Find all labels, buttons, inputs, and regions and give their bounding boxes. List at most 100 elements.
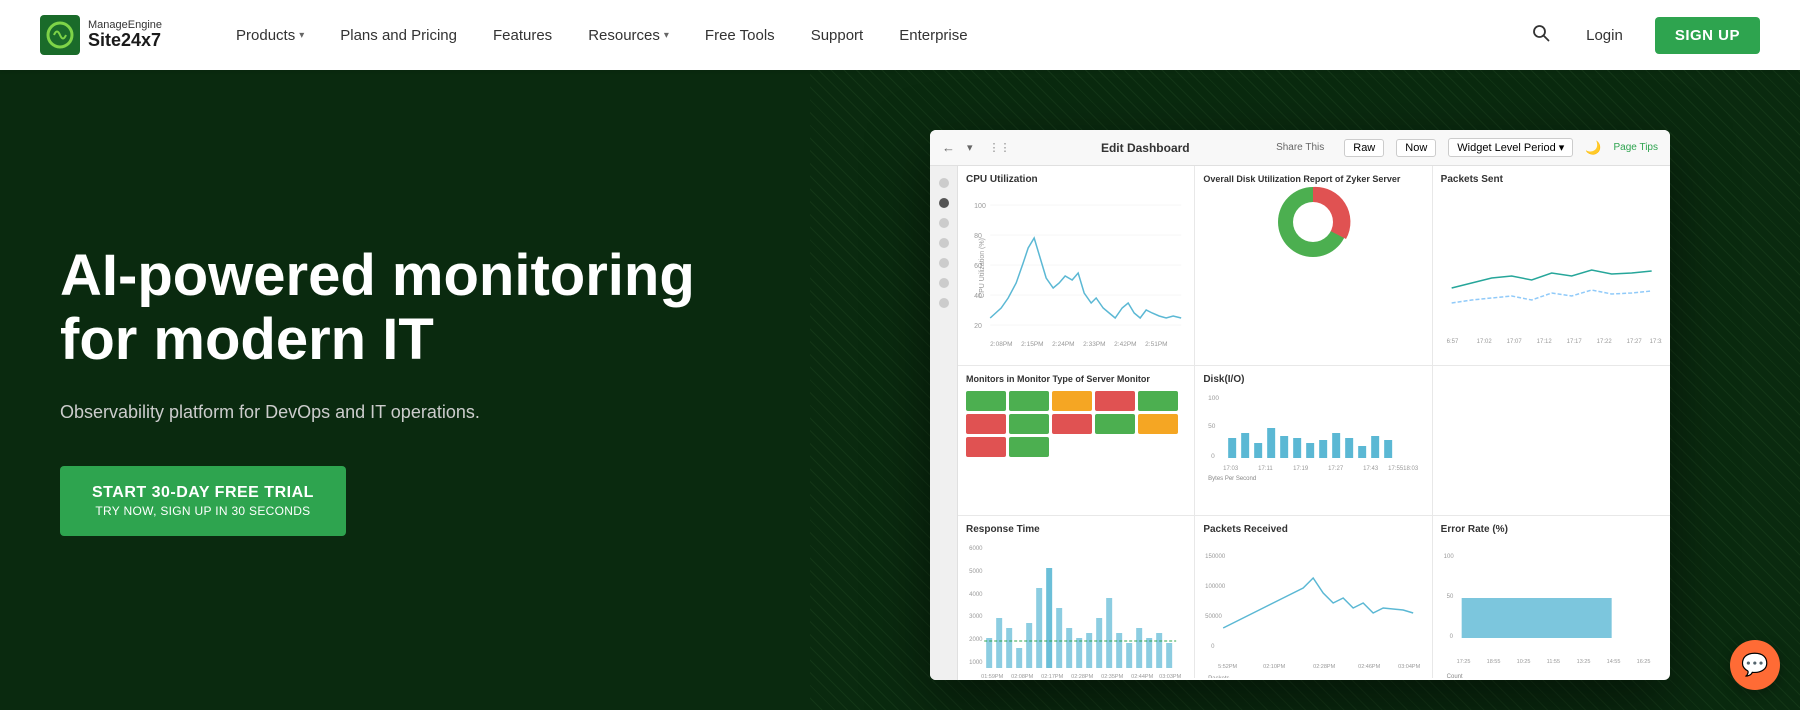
- empty-panel-1: [1433, 366, 1670, 515]
- svg-text:17:02: 17:02: [1476, 339, 1492, 345]
- chat-bubble-button[interactable]: 💬: [1730, 640, 1780, 690]
- navbar: ManageEngine Site24x7 Products ▾ Plans a…: [0, 0, 1800, 70]
- sidebar-dot-5: [939, 258, 949, 268]
- disk-utilization-panel: Overall Disk Utilization Report of Zyker…: [1195, 166, 1432, 365]
- error-rate-panel: Error Rate (%) 100 50 0 17:25 18:55 10: [1433, 516, 1670, 678]
- monitor-box-11: [966, 437, 1006, 457]
- response-time-title: Response Time: [966, 524, 1186, 535]
- cpu-utilization-panel: CPU Utilization 100 80 60 40 20 CPU Util…: [958, 166, 1195, 365]
- packets-sent-chart: 6:57 17:02 17:07 17:12 17:17 17:22 17:27…: [1441, 188, 1662, 348]
- monitor-box-12: [1009, 437, 1049, 457]
- svg-text:3000: 3000: [969, 614, 983, 620]
- packets-received-chart: 150000 100000 50000 0 5:52PM 02:10PM 02:…: [1203, 538, 1423, 678]
- svg-text:6000: 6000: [969, 546, 983, 552]
- response-time-chart: 6000 5000 4000 3000 2000 1000: [966, 538, 1186, 678]
- svg-text:18:03: 18:03: [1403, 466, 1419, 472]
- svg-text:11:55: 11:55: [1546, 659, 1559, 665]
- sidebar-dot-7: [939, 298, 949, 308]
- nav-plans-pricing[interactable]: Plans and Pricing: [326, 19, 471, 52]
- disk-io-title: Disk(I/O): [1203, 374, 1423, 385]
- dashboard-topbar: ← ▾ ⋮⋮ Edit Dashboard Share This Raw Now…: [930, 130, 1670, 166]
- dashboard-dropdown[interactable]: ▾: [967, 141, 973, 154]
- raw-button[interactable]: Raw: [1344, 139, 1384, 157]
- svg-text:100: 100: [1208, 395, 1219, 402]
- monitor-box-8: [1052, 414, 1092, 434]
- nav-resources[interactable]: Resources ▾: [574, 19, 683, 52]
- svg-text:0: 0: [1211, 644, 1215, 650]
- svg-text:18:55: 18:55: [1486, 659, 1500, 665]
- svg-text:17:27: 17:27: [1328, 466, 1344, 472]
- svg-text:17:32: 17:32: [1649, 339, 1662, 345]
- moon-icon[interactable]: 🌙: [1585, 140, 1601, 156]
- monitor-box-1: [966, 391, 1006, 411]
- svg-text:0: 0: [1449, 634, 1453, 640]
- sidebar-dot-6: [939, 278, 949, 288]
- svg-text:20: 20: [974, 323, 982, 330]
- response-time-panel: Response Time 6000 5000 4000 3000 2000 1…: [958, 516, 1195, 678]
- login-button[interactable]: Login: [1574, 19, 1635, 52]
- monitor-box-7: [1009, 414, 1049, 434]
- svg-text:2:24PM: 2:24PM: [1052, 341, 1074, 348]
- resources-chevron-icon: ▾: [664, 30, 669, 41]
- svg-text:17:43: 17:43: [1363, 466, 1379, 472]
- monitor-boxes-grid: [966, 387, 1186, 461]
- error-rate-chart: 100 50 0 17:25 18:55 10:25 11:55 13:2: [1441, 538, 1662, 678]
- svg-text:16:25: 16:25: [1636, 659, 1650, 665]
- error-rate-title: Error Rate (%): [1441, 524, 1662, 535]
- nav-free-tools[interactable]: Free Tools: [691, 19, 789, 52]
- cta-sub-text: TRY NOW, SIGN UP IN 30 SECONDS: [92, 504, 314, 518]
- svg-text:17:17: 17:17: [1566, 339, 1582, 345]
- sidebar-dot-3: [939, 218, 949, 228]
- widget-level-button[interactable]: Widget Level Period ▾: [1448, 138, 1573, 157]
- dashboard-content: CPU Utilization 100 80 60 40 20 CPU Util…: [930, 166, 1670, 680]
- monitor-box-10: [1138, 414, 1178, 434]
- svg-text:17:55: 17:55: [1388, 466, 1404, 472]
- svg-text:50000: 50000: [1205, 614, 1222, 620]
- now-button[interactable]: Now: [1396, 139, 1436, 157]
- svg-text:2:15PM: 2:15PM: [1021, 341, 1043, 348]
- search-button[interactable]: [1528, 20, 1554, 51]
- svg-text:100: 100: [1443, 554, 1454, 560]
- disk-io-panel: Disk(I/O) 100 50 0: [1195, 366, 1432, 515]
- page-tips-label[interactable]: Page Tips: [1614, 142, 1658, 153]
- nav-support[interactable]: Support: [797, 19, 878, 52]
- hero-cta-button[interactable]: START 30-DAY FREE TRIAL TRY NOW, SIGN UP…: [60, 466, 346, 536]
- svg-text:100: 100: [974, 203, 986, 210]
- sidebar-dot-2: [939, 198, 949, 208]
- logo[interactable]: ManageEngine Site24x7: [40, 15, 162, 55]
- svg-text:02:17PM: 02:17PM: [1041, 674, 1063, 678]
- monitor-type-title: Monitors in Monitor Type of Server Monit…: [966, 374, 1186, 384]
- svg-text:01:59PM: 01:59PM: [981, 674, 1003, 678]
- packets-received-panel: Packets Received 150000 100000 50000 0 5…: [1195, 516, 1432, 678]
- dashboard-window: ← ▾ ⋮⋮ Edit Dashboard Share This Raw Now…: [930, 130, 1670, 680]
- svg-text:100000: 100000: [1205, 584, 1226, 590]
- svg-text:2:33PM: 2:33PM: [1083, 341, 1105, 348]
- nav-products[interactable]: Products ▾: [222, 19, 318, 52]
- dashboard-title: Edit Dashboard: [1027, 141, 1265, 155]
- svg-text:02:46PM: 02:46PM: [1358, 664, 1380, 670]
- signup-button[interactable]: SIGN UP: [1655, 17, 1760, 54]
- svg-text:17:07: 17:07: [1506, 339, 1522, 345]
- svg-text:02:10PM: 02:10PM: [1263, 664, 1285, 670]
- hero-subtitle: Observability platform for DevOps and IT…: [60, 399, 750, 426]
- svg-text:Packets: Packets: [1208, 676, 1229, 678]
- hero-section: AI-powered monitoring for modern IT Obse…: [0, 70, 1800, 710]
- svg-text:2:51PM: 2:51PM: [1145, 341, 1167, 348]
- nav-enterprise[interactable]: Enterprise: [885, 19, 981, 52]
- monitor-box-9: [1095, 414, 1135, 434]
- monitor-box-3: [1052, 391, 1092, 411]
- packets-sent-title: Packets Sent: [1441, 174, 1662, 185]
- svg-text:50: 50: [1208, 423, 1216, 430]
- nav-features[interactable]: Features: [479, 19, 566, 52]
- hero-left: AI-powered monitoring for modern IT Obse…: [0, 70, 810, 710]
- svg-text:17:11: 17:11: [1258, 466, 1273, 472]
- monitor-box-2: [1009, 391, 1049, 411]
- chat-icon: 💬: [1741, 652, 1768, 678]
- site247-logo-icon: [40, 15, 80, 55]
- disk-pie-chart: [1268, 177, 1358, 267]
- svg-text:50: 50: [1446, 594, 1453, 600]
- pie-chart-container: [1203, 187, 1423, 257]
- dashboard-back-button[interactable]: ←: [942, 140, 955, 155]
- svg-text:13:25: 13:25: [1576, 659, 1590, 665]
- charts-row-2: Monitors in Monitor Type of Server Monit…: [958, 366, 1670, 516]
